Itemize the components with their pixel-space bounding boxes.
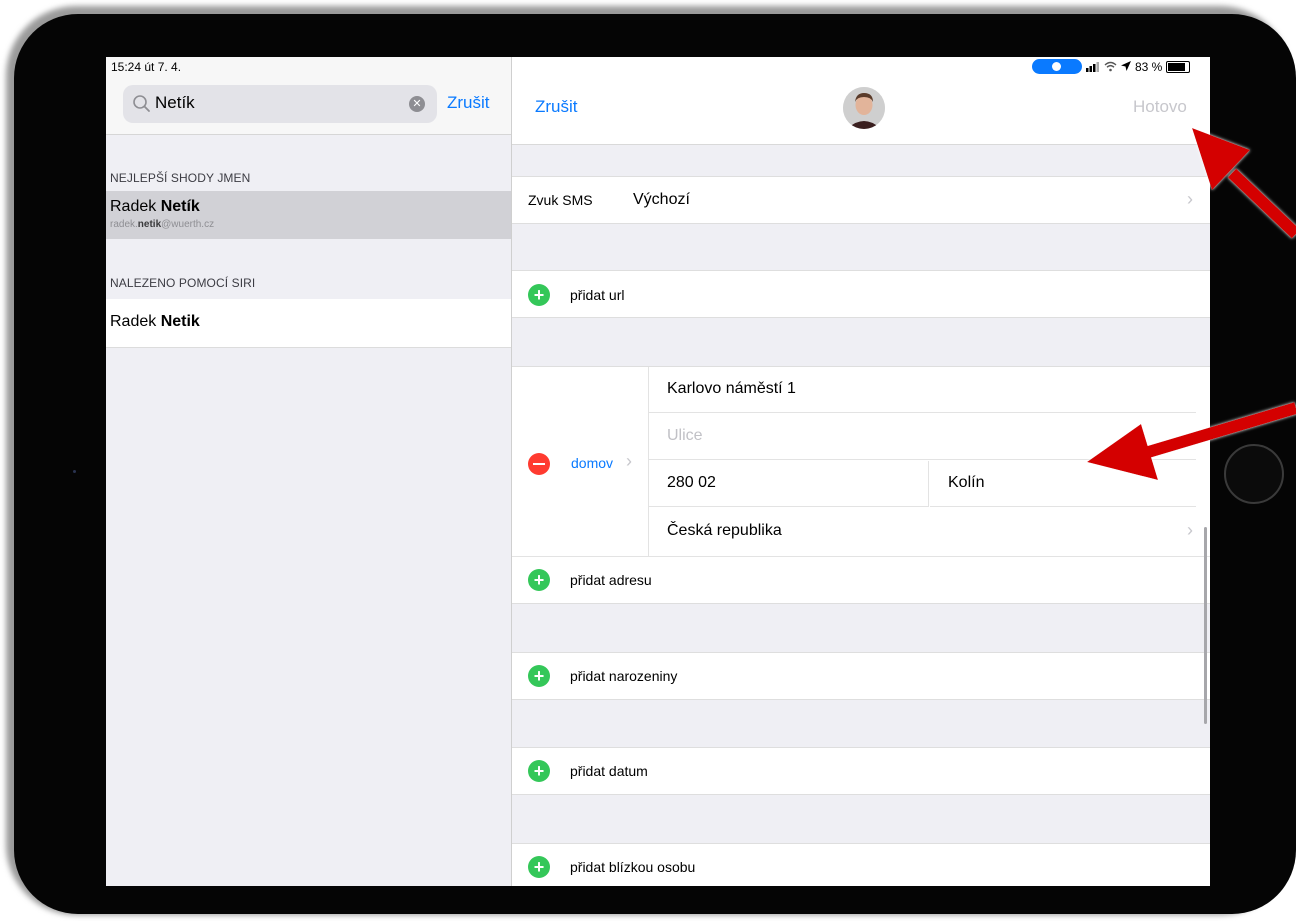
scrollbar[interactable] xyxy=(1204,527,1207,724)
add-date-label: přidat datum xyxy=(570,763,648,779)
navigation-arrow-icon xyxy=(1121,61,1131,71)
zip-field[interactable]: 280 02 xyxy=(649,461,929,507)
home-button[interactable] xyxy=(1224,444,1284,504)
add-birthday-row[interactable]: + přidat narozeniny xyxy=(512,652,1210,700)
country-field[interactable]: Česká republika xyxy=(649,509,1196,555)
contact-avatar[interactable] xyxy=(843,87,885,129)
status-indicators: 83 % xyxy=(1032,59,1191,74)
street-field[interactable]: Karlovo náměstí 1 xyxy=(649,367,1196,413)
contact-photo xyxy=(843,87,885,129)
siri-found-header: NALEZENO POMOCÍ SIRI xyxy=(110,276,256,290)
add-birthday-label: přidat narozeniny xyxy=(570,668,678,684)
address-block: domov › Karlovo náměstí 1 Ulice 280 02 K… xyxy=(512,366,1210,557)
search-field[interactable]: ✕ xyxy=(123,85,437,123)
contact-result-siri[interactable]: Radek Netik xyxy=(106,299,511,348)
editor-nav-bar: 83 % Zrušit Hotovo xyxy=(512,57,1210,145)
search-input[interactable] xyxy=(155,93,395,113)
chevron-right-icon: › xyxy=(626,451,632,471)
ipad-screen: 15:24 út 7. 4. ✕ Zrušit NEJLEPŠÍ SHODY J… xyxy=(106,57,1210,886)
wifi-icon xyxy=(1104,61,1117,72)
contact-editor-pane: 83 % Zrušit Hotovo Zvuk SMS Výchozí › + … xyxy=(511,57,1210,886)
editor-cancel-button[interactable]: Zrušit xyxy=(535,97,578,117)
clear-icon[interactable]: ✕ xyxy=(409,96,425,112)
search-results-pane: 15:24 út 7. 4. ✕ Zrušit NEJLEPŠÍ SHODY J… xyxy=(106,57,511,886)
battery-icon xyxy=(1166,60,1191,73)
add-icon[interactable]: + xyxy=(528,760,550,782)
city-field[interactable]: Kolín xyxy=(930,461,1196,507)
sms-sound-value: Výchozí xyxy=(633,191,690,208)
add-url-label: přidat url xyxy=(570,287,625,303)
front-camera xyxy=(73,470,76,473)
contact-result-best[interactable]: Radek Netík radek.netik@wuerth.cz xyxy=(106,191,511,239)
contact-name: Radek Netik xyxy=(110,313,200,330)
add-url-row[interactable]: + přidat url xyxy=(512,270,1210,318)
signal-icon xyxy=(1086,62,1099,72)
editor-done-button[interactable]: Hotovo xyxy=(1133,97,1187,117)
contact-email: radek.netik@wuerth.cz xyxy=(110,219,215,230)
add-icon[interactable]: + xyxy=(528,856,550,878)
add-icon[interactable]: + xyxy=(528,569,550,591)
location-pill xyxy=(1032,59,1082,74)
address-type-label[interactable]: domov xyxy=(571,455,613,471)
remove-icon[interactable] xyxy=(528,453,550,475)
chevron-right-icon: › xyxy=(1187,189,1193,209)
battery-percent: 83 % xyxy=(1135,59,1163,74)
sms-sound-row[interactable]: Zvuk SMS Výchozí › xyxy=(512,176,1210,224)
battery-fill xyxy=(1168,62,1185,71)
search-cancel-button[interactable]: Zrušit xyxy=(447,93,490,113)
chevron-right-icon: › xyxy=(1187,520,1193,540)
location-icon xyxy=(1052,62,1061,71)
add-address-label: přidat adresu xyxy=(570,572,652,588)
add-related-label: přidat blízkou osobu xyxy=(570,859,696,875)
search-icon xyxy=(133,95,150,112)
contact-name: Radek Netík xyxy=(110,198,200,215)
best-matches-header: NEJLEPŠÍ SHODY JMEN xyxy=(110,171,251,185)
status-time-date: 15:24 út 7. 4. xyxy=(111,60,182,74)
search-header: 15:24 út 7. 4. ✕ Zrušit xyxy=(106,57,511,135)
street2-field[interactable]: Ulice xyxy=(649,414,1196,460)
sms-sound-label: Zvuk SMS xyxy=(528,192,593,208)
add-related-row[interactable]: + přidat blízkou osobu xyxy=(512,843,1210,886)
add-date-row[interactable]: + přidat datum xyxy=(512,747,1210,795)
add-address-row[interactable]: + přidat adresu xyxy=(512,556,1210,604)
add-icon[interactable]: + xyxy=(528,284,550,306)
add-icon[interactable]: + xyxy=(528,665,550,687)
